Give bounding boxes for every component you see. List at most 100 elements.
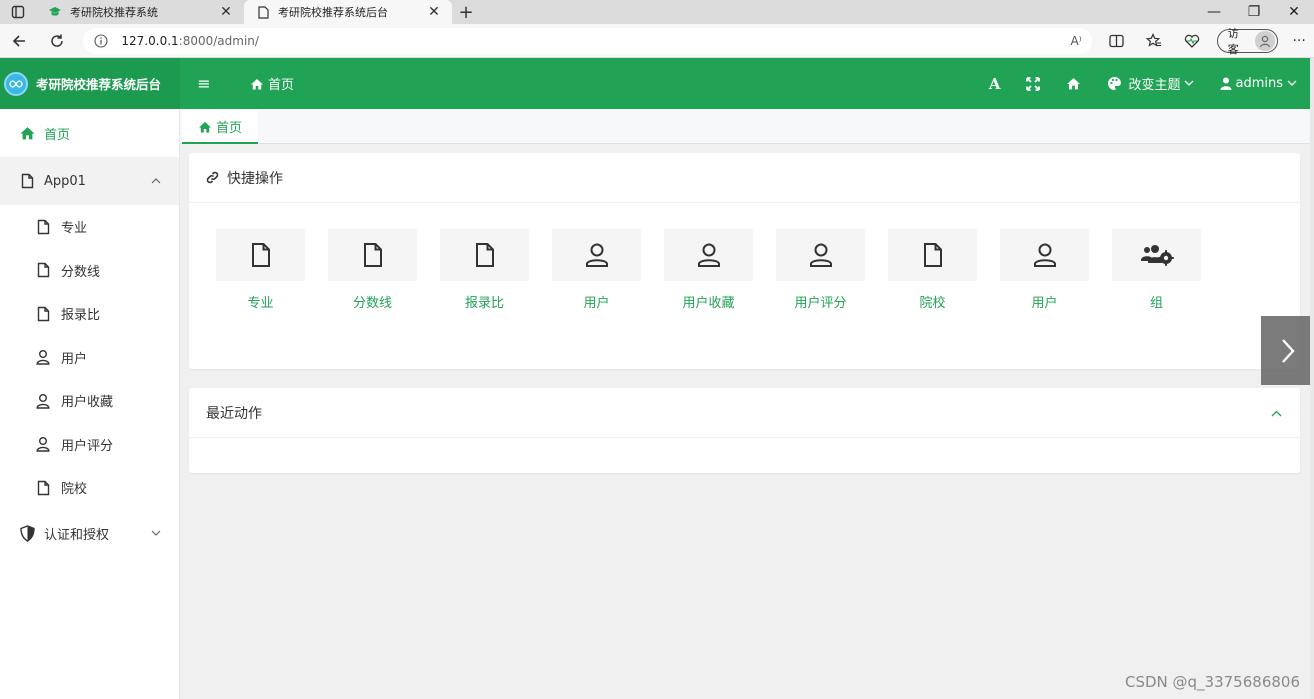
url-text[interactable]: 127.0.0.1:8000/admin/ <box>121 34 1070 48</box>
quick-item-label: 组 <box>1149 296 1163 311</box>
watermark: CSDN @q_3375686806 <box>1125 673 1300 691</box>
chevron-up-icon <box>151 176 161 187</box>
user-icon <box>552 229 641 281</box>
refresh-button[interactable] <box>38 24 76 58</box>
card-header: 最近动作 <box>189 388 1300 438</box>
tab-title: 考研院校推荐系统后台 <box>278 6 388 19</box>
quick-item-user[interactable]: 用户 <box>552 229 664 311</box>
sidebar-item-score-line[interactable]: 分数线 <box>0 249 179 293</box>
quick-item-user-favorites[interactable]: 用户收藏 <box>664 229 776 311</box>
logo-icon <box>4 71 28 96</box>
favorites-button[interactable] <box>1135 24 1173 58</box>
browser-tab-1[interactable]: 考研院校推荐系统 ✕ <box>36 0 244 24</box>
close-icon[interactable]: ✕ <box>218 4 234 20</box>
more-menu-button[interactable]: ··· <box>1284 24 1314 58</box>
brand[interactable]: 考研院校推荐系统后台 <box>0 58 180 109</box>
users-cog-icon <box>1112 229 1201 281</box>
sidebar-item-label: 院校 <box>61 482 88 498</box>
header-actions: A 改变主题 admins <box>976 58 1310 109</box>
user-icon <box>35 348 51 366</box>
quick-item-admission-ratio[interactable]: 报录比 <box>440 229 552 311</box>
quick-item-major[interactable]: 专业 <box>216 229 328 311</box>
sidebar-item-major[interactable]: 专业 <box>0 205 179 249</box>
menu-toggle-button[interactable]: ≡ <box>180 58 228 109</box>
extensions-button[interactable] <box>1173 24 1211 58</box>
sidebar-item-user[interactable]: 用户 <box>0 336 179 380</box>
quick-item-label: 用户 <box>1031 296 1058 311</box>
fullscreen-button[interactable] <box>1013 58 1053 109</box>
restore-button[interactable]: ❐ <box>1234 0 1274 24</box>
quick-item-user-ratings[interactable]: 用户评分 <box>776 229 888 311</box>
file-icon <box>35 479 51 497</box>
sidebar-group-label: App01 <box>44 173 86 189</box>
address-bar[interactable]: 127.0.0.1:8000/admin/ A⁾ <box>83 27 1092 54</box>
browser-tab-2[interactable]: 考研院校推荐系统后台 ✕ <box>244 0 452 24</box>
brand-title: 考研院校推荐系统后台 <box>36 77 162 92</box>
quick-actions-grid: 专业 分数线 报录比 用户 用户收藏 用户评分 院校 用户 组 <box>216 229 1224 311</box>
heart-pulse-icon <box>1184 34 1200 48</box>
file-icon <box>440 229 529 281</box>
profile-button[interactable]: 访客 <box>1216 27 1279 56</box>
sidebar-group-app01[interactable]: App01 <box>0 157 179 205</box>
sidebar-item-label: 首页 <box>44 127 71 143</box>
file-icon <box>328 229 417 281</box>
site-home-button[interactable] <box>1053 58 1094 109</box>
chevron-up-icon[interactable] <box>1271 406 1282 420</box>
page-icon <box>256 5 270 19</box>
sidebar-item-label: 用户收藏 <box>61 395 114 411</box>
sidebar-group-auth[interactable]: 认证和授权 <box>0 510 179 558</box>
tab-actions-button[interactable] <box>0 0 36 24</box>
close-icon[interactable]: ✕ <box>426 4 442 20</box>
chevron-down-icon <box>1287 78 1297 89</box>
sidebar-item-user-ratings[interactable]: 用户评分 <box>0 423 179 467</box>
card-title: 最近动作 <box>206 405 262 422</box>
header-home-link[interactable]: 首页 <box>250 74 294 93</box>
page-scrollbar[interactable] <box>1310 58 1314 699</box>
card-title: 快捷操作 <box>227 170 283 187</box>
chevron-right-icon <box>1281 338 1295 363</box>
guest-label: 访客 <box>1227 26 1239 56</box>
card-header: 快捷操作 <box>189 153 1300 203</box>
sidebar-item-label: 用户评分 <box>61 438 114 454</box>
sidebar-item-admission-ratio[interactable]: 报录比 <box>0 292 179 336</box>
user-icon <box>1000 229 1089 281</box>
quick-item-score-line[interactable]: 分数线 <box>328 229 440 311</box>
shield-icon <box>18 525 36 543</box>
sidebar-group-label: 认证和授权 <box>44 528 110 543</box>
theme-menu[interactable]: 改变主题 <box>1094 58 1207 109</box>
quick-item-label: 专业 <box>247 296 274 311</box>
window-close-button[interactable]: ✕ <box>1274 0 1314 24</box>
new-tab-button[interactable]: + <box>452 0 480 24</box>
browser-tools: 访客 ··· <box>1098 24 1314 58</box>
sidebar-item-user-favorites[interactable]: 用户收藏 <box>0 379 179 423</box>
file-icon <box>216 229 305 281</box>
palette-icon <box>1108 77 1122 90</box>
split-screen-button[interactable] <box>1098 24 1136 58</box>
quick-item-user-auth[interactable]: 用户 <box>1000 229 1112 311</box>
sidebar-item-school[interactable]: 院校 <box>0 466 179 510</box>
read-aloud-icon[interactable]: A⁾ <box>1071 34 1082 48</box>
home-icon <box>18 124 36 142</box>
file-icon <box>888 229 977 281</box>
sidebar-item-label: 报录比 <box>61 308 101 324</box>
tab-title: 考研院校推荐系统 <box>70 6 158 19</box>
next-arrow-button[interactable] <box>1261 316 1314 385</box>
font-size-button[interactable]: A <box>976 58 1014 109</box>
recent-actions-card: 最近动作 <box>189 388 1300 473</box>
quick-item-school[interactable]: 院校 <box>888 229 1000 311</box>
chevron-down-icon <box>151 528 161 539</box>
user-icon <box>664 229 753 281</box>
split-screen-icon <box>1109 34 1124 47</box>
quick-item-group[interactable]: 组 <box>1112 229 1224 311</box>
file-icon <box>35 261 51 279</box>
info-icon[interactable] <box>93 33 109 49</box>
sidebar: 首页 App01 专业 分数线 报录比 用户 用户收藏 用户评分 院校 认证和授… <box>0 109 180 699</box>
sidebar-item-home[interactable]: 首页 <box>0 109 179 157</box>
content-tab-bar: 首页 <box>180 109 1310 144</box>
tab-home[interactable]: 首页 <box>182 111 258 144</box>
app-header: 考研院校推荐系统后台 ≡ 首页 A 改变主题 admins <box>0 58 1310 109</box>
back-button[interactable] <box>0 24 38 58</box>
user-menu[interactable]: admins <box>1207 58 1310 109</box>
quick-item-label: 分数线 <box>352 296 392 311</box>
minimize-button[interactable]: — <box>1194 0 1234 24</box>
